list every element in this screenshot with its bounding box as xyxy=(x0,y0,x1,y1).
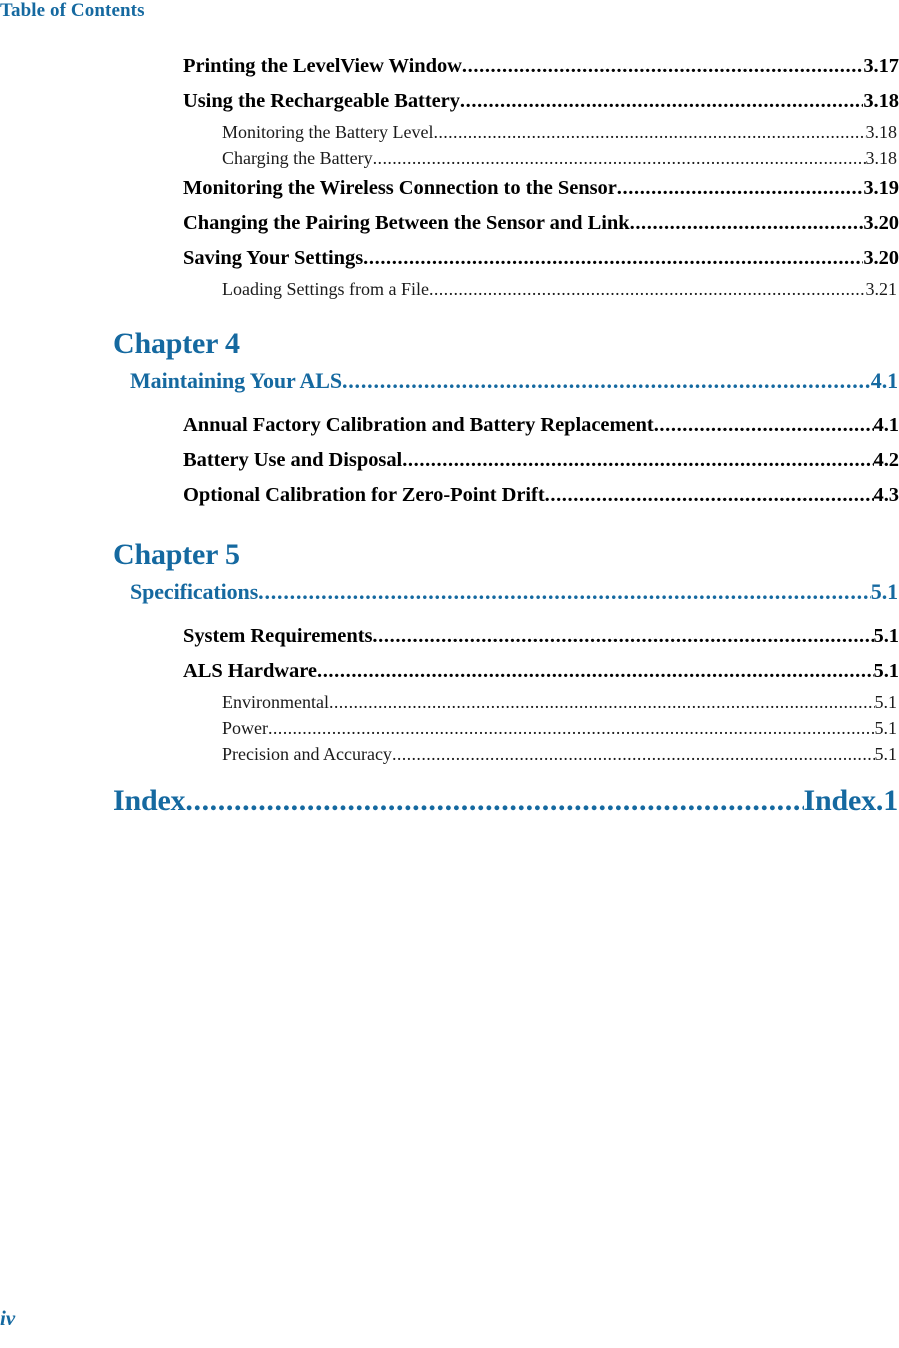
chapter-spacer xyxy=(0,609,899,619)
chapter-page-number: 5.1 xyxy=(870,579,898,604)
dot-leader: ........................................… xyxy=(372,148,866,168)
dot-leader: ........................................… xyxy=(258,579,871,604)
toc-entry-level1[interactable]: Printing the LevelView Window...........… xyxy=(0,49,899,84)
dot-leader: ........................................… xyxy=(372,625,874,647)
toc-entry-title: System Requirements xyxy=(183,625,373,647)
table-of-contents: Printing the LevelView Window...........… xyxy=(0,49,899,823)
toc-entry-page: 5.1 xyxy=(874,744,898,764)
dot-leader: ........................................… xyxy=(328,692,875,712)
index-title: Index xyxy=(113,784,186,817)
dot-leader: ........................................… xyxy=(185,784,803,817)
toc-entry-level1[interactable]: Monitoring the Wireless Connection to th… xyxy=(0,171,899,206)
index-page-number: Index.1 xyxy=(803,784,899,817)
toc-entry-title: Battery Use and Disposal xyxy=(183,449,403,471)
toc-entry-level1[interactable]: Saving Your Settings....................… xyxy=(0,241,899,276)
toc-entry-title: Saving Your Settings xyxy=(183,247,364,269)
toc-entry-level2[interactable]: Loading Settings from a File............… xyxy=(0,276,899,302)
toc-entry-title: Optional Calibration for Zero-Point Drif… xyxy=(183,484,545,506)
toc-entry-level2[interactable]: Charging the Battery ...................… xyxy=(0,145,899,171)
toc-entry-title: Monitoring the Battery Level xyxy=(222,122,434,142)
toc-entry-title: Changing the Pairing Between the Sensor … xyxy=(183,212,630,234)
toc-entry-page: 5.1 xyxy=(874,718,898,738)
toc-entry-title: Loading Settings from a File xyxy=(222,279,429,299)
toc-entry-title: Power xyxy=(222,718,268,738)
toc-entry-title: Monitoring the Wireless Connection to th… xyxy=(183,177,617,199)
toc-entry-page: 4.1 xyxy=(873,414,899,436)
toc-entry-page: 5.1 xyxy=(874,692,898,712)
chapter-label: Chapter 4 xyxy=(113,327,240,360)
toc-entry-page: 3.19 xyxy=(863,177,899,199)
dot-leader: ........................................… xyxy=(459,90,864,112)
dot-leader: ........................................… xyxy=(316,660,874,682)
toc-entry-page: 3.18 xyxy=(863,90,899,112)
chapter-title-text: Maintaining Your ALS xyxy=(130,368,342,393)
toc-entry-level1[interactable]: Using the Rechargeable Battery..........… xyxy=(0,84,899,119)
dot-leader: ........................................… xyxy=(653,414,874,436)
toc-entry-level2[interactable]: Power...................................… xyxy=(0,715,899,741)
dot-leader: ........................................… xyxy=(268,718,875,738)
toc-entry-level2[interactable]: Precision and Accuracy..................… xyxy=(0,741,899,767)
toc-entry-page: 3.18 xyxy=(865,148,898,168)
toc-entry-page: 3.21 xyxy=(865,279,898,299)
toc-chapter-entry[interactable]: Specifications..........................… xyxy=(0,575,899,609)
toc-entry-title: Printing the LevelView Window xyxy=(183,55,462,77)
toc-entry-level1[interactable]: ALS Hardware ...........................… xyxy=(0,654,899,689)
toc-index-entry[interactable]: Index...................................… xyxy=(0,779,899,823)
toc-entry-title: ALS Hardware xyxy=(183,660,317,682)
chapter-spacer xyxy=(0,398,899,408)
toc-entry-page: 4.3 xyxy=(873,484,899,506)
toc-entry-page: 3.20 xyxy=(863,247,899,269)
toc-entry-page: 4.2 xyxy=(873,449,899,471)
running-header: Table of Contents xyxy=(0,0,145,21)
dot-leader: ........................................… xyxy=(629,212,864,234)
toc-entry-title: Environmental xyxy=(222,692,329,712)
dot-leader: ........................................… xyxy=(461,55,864,77)
dot-leader: ........................................… xyxy=(363,247,864,269)
dot-leader: ........................................… xyxy=(544,484,874,506)
toc-entry-page: 3.18 xyxy=(865,122,898,142)
dot-leader: ........................................… xyxy=(402,449,873,471)
toc-entry-level2[interactable]: Monitoring the Battery Level............… xyxy=(0,119,899,145)
toc-entry-title: Charging the Battery xyxy=(222,148,373,168)
chapter-label: Chapter 5 xyxy=(113,538,240,571)
toc-entry-page: 5.1 xyxy=(873,660,899,682)
toc-entry-title: Annual Factory Calibration and Battery R… xyxy=(183,414,654,436)
toc-entry-title: Using the Rechargeable Battery xyxy=(183,90,460,112)
dot-leader: ........................................… xyxy=(428,279,866,299)
toc-entry-level1[interactable]: System Requirements ....................… xyxy=(0,619,899,654)
toc-entry-page: 5.1 xyxy=(873,625,899,647)
dot-leader: ........................................… xyxy=(433,122,866,142)
chapter-title-text: Specifications xyxy=(130,579,259,604)
toc-entry-page: 3.17 xyxy=(863,55,899,77)
dot-leader: ........................................… xyxy=(391,744,875,764)
toc-entry-level2[interactable]: Environmental ..........................… xyxy=(0,689,899,715)
toc-entry-page: 3.20 xyxy=(863,212,899,234)
toc-entry-level1[interactable]: Annual Factory Calibration and Battery R… xyxy=(0,408,899,443)
toc-entry-level1[interactable]: Optional Calibration for Zero-Point Drif… xyxy=(0,478,899,513)
chapter-page-number: 4.1 xyxy=(870,368,898,393)
dot-leader: ........................................… xyxy=(341,368,871,393)
toc-entry-level1[interactable]: Changing the Pairing Between the Sensor … xyxy=(0,206,899,241)
toc-entry-level1[interactable]: Battery Use and Disposal ...............… xyxy=(0,443,899,478)
dot-leader: ........................................… xyxy=(616,177,864,199)
page-folio: iv xyxy=(0,1306,16,1330)
toc-entry-title: Precision and Accuracy xyxy=(222,744,392,764)
toc-chapter-entry[interactable]: Maintaining Your ALS....................… xyxy=(0,364,899,398)
